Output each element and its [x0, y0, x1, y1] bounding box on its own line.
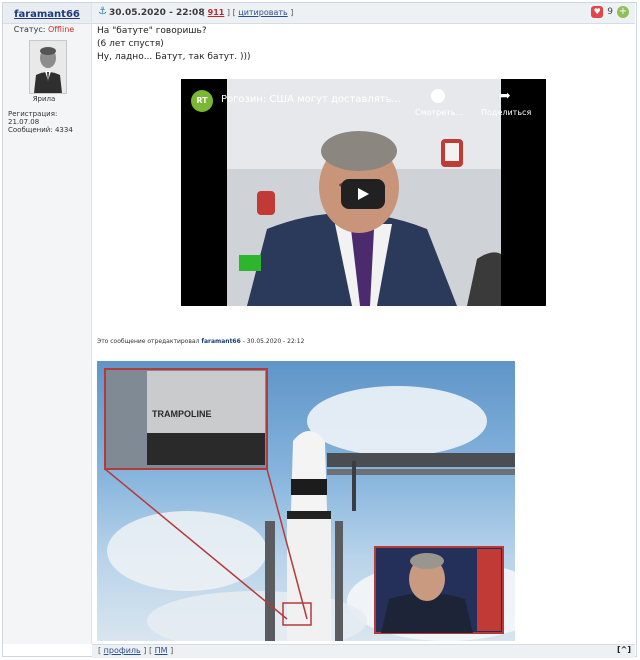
status-value: Offline	[47, 25, 75, 34]
message-line: Ну, ладно... Батут, так батут. )))	[97, 52, 251, 62]
heart-icon[interactable]: ♥	[591, 6, 604, 18]
post-footer: [ профиль ] [ ПМ ] [^]	[92, 644, 635, 658]
profile-link[interactable]: профиль	[104, 646, 141, 655]
rocket-photo: TRAMPOLINE	[97, 361, 515, 641]
quote-link[interactable]: цитировать	[238, 8, 287, 17]
message-line: На "батуте" говоришь?	[97, 26, 207, 36]
posts-count-line: Сообщений: 4334	[8, 126, 88, 134]
watch-later-label: Смотреть...	[415, 108, 464, 117]
likes-count: 9	[607, 7, 613, 17]
posts-label: Сообщений:	[8, 126, 53, 134]
pm-link[interactable]: ПМ	[155, 646, 168, 655]
author-status: Статус: Offline	[0, 25, 88, 34]
edit-user[interactable]: faramant66	[201, 338, 240, 345]
avatar-caption: Ярила	[32, 95, 56, 103]
message-line: (6 лет спустя)	[97, 39, 164, 49]
rt-channel-logo[interactable]: RT	[191, 90, 213, 112]
video-embed[interactable]: RT Рогозин: США могут доставлять... ➦ См…	[181, 79, 546, 306]
author-username-link[interactable]: faramant66	[3, 9, 91, 20]
play-button[interactable]	[341, 179, 385, 209]
post-actions: [ 911 ] [ цитировать ]	[202, 8, 294, 17]
share-icon[interactable]: ➦	[499, 88, 511, 104]
likes-area: ♥ 9 +	[591, 6, 629, 18]
footer-links: [ профиль ] [ ПМ ]	[98, 646, 174, 655]
avatar	[29, 40, 67, 94]
post-message: На "батуте" говоришь? (6 лет спустя) Ну,…	[97, 25, 251, 64]
clock-icon[interactable]	[431, 89, 445, 103]
post-date: 30.05.2020 - 22:08	[109, 8, 205, 18]
plus-icon[interactable]: +	[617, 6, 629, 18]
reg-label: Регистрация:	[8, 110, 58, 118]
edit-note: Это сообщение отредактировал faramant66 …	[97, 338, 304, 345]
video-title[interactable]: Рогозин: США могут доставлять...	[221, 94, 401, 105]
edit-prefix: Это сообщение отредактировал	[97, 338, 200, 345]
author-stats: Регистрация: 21.07.08 Сообщений: 4334	[8, 110, 88, 134]
post-number-link[interactable]: 911	[208, 8, 225, 17]
scroll-top-button[interactable]: [^]	[617, 645, 631, 654]
post-header: ⚓ 30.05.2020 - 22:08 [ 911 ] [ цитироват…	[92, 3, 635, 24]
author-header: faramant66	[3, 3, 91, 24]
edit-suffix: - 30.05.2020 - 22:12	[242, 338, 305, 345]
post-link-icon[interactable]: ⚓	[98, 7, 107, 17]
reg-date: 21.07.08	[8, 118, 40, 126]
status-label: Статус:	[13, 25, 46, 34]
posts-count: 4334	[54, 126, 73, 134]
share-label: Поделиться	[481, 108, 532, 117]
trampoline-label: TRAMPOLINE	[152, 409, 212, 419]
